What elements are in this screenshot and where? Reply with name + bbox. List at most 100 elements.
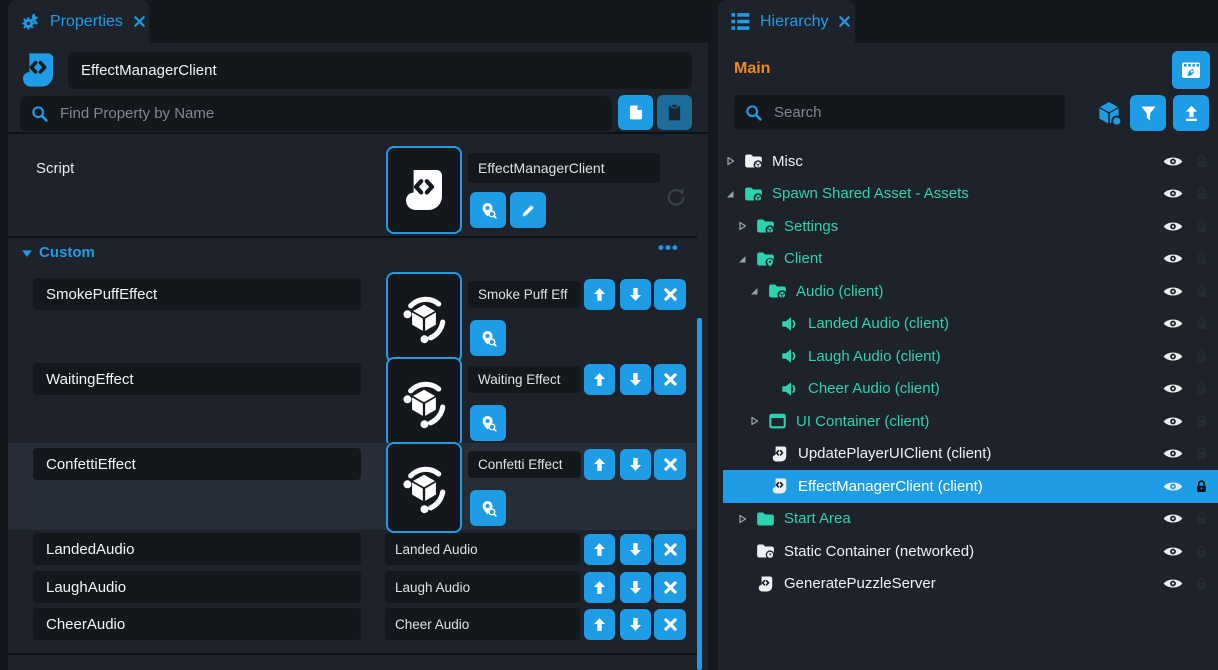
lock-icon[interactable] — [1194, 511, 1209, 526]
tree-item[interactable]: Client — [718, 243, 1218, 276]
property-name-input[interactable] — [33, 278, 361, 310]
expander-icon[interactable] — [736, 220, 754, 232]
visibility-eye-icon[interactable] — [1161, 544, 1185, 559]
locate-script-button[interactable] — [470, 192, 506, 228]
visibility-eye-icon[interactable] — [1161, 251, 1185, 266]
tab-properties[interactable]: Properties — [8, 0, 149, 43]
visibility-eye-icon[interactable] — [1161, 414, 1185, 429]
asset-thumbnail[interactable] — [386, 272, 462, 363]
move-down-button[interactable] — [620, 449, 651, 480]
lock-icon[interactable] — [1194, 154, 1209, 169]
edit-script-button[interactable] — [510, 192, 546, 228]
visibility-eye-icon[interactable] — [1161, 154, 1185, 169]
locate-asset-button[interactable] — [470, 320, 506, 356]
move-up-button[interactable] — [584, 449, 615, 480]
visibility-eye-icon[interactable] — [1161, 479, 1185, 494]
lock-icon[interactable] — [1194, 219, 1209, 234]
tab-hierarchy[interactable]: Hierarchy — [718, 0, 855, 43]
remove-button[interactable] — [654, 449, 686, 480]
lock-icon[interactable] — [1194, 576, 1209, 591]
tree-item[interactable]: Cheer Audio (client) — [718, 373, 1218, 406]
tree-item[interactable]: Audio (client) — [718, 275, 1218, 308]
tree-item[interactable]: Spawn Shared Asset - Assets — [718, 178, 1218, 211]
lock-icon[interactable] — [1194, 414, 1209, 429]
section-collapse-caret-icon[interactable] — [20, 246, 34, 260]
property-name-input[interactable] — [33, 363, 361, 395]
move-down-button[interactable] — [620, 534, 651, 565]
property-name-input[interactable] — [33, 448, 361, 480]
tree-item[interactable]: Landed Audio (client) — [718, 308, 1218, 341]
remove-button[interactable] — [654, 279, 686, 310]
more-menu-button[interactable]: ••• — [658, 238, 679, 258]
visibility-eye-icon[interactable] — [1161, 381, 1185, 396]
visibility-eye-icon[interactable] — [1161, 186, 1185, 201]
tree-item[interactable]: Start Area — [718, 503, 1218, 536]
lock-icon[interactable] — [1194, 479, 1209, 494]
asset-cube-icon[interactable] — [1094, 98, 1124, 128]
tree-item[interactable]: Static Container (networked) — [718, 535, 1218, 568]
expander-icon[interactable] — [724, 155, 742, 167]
property-name-input[interactable] — [33, 533, 361, 565]
hierarchy-search-input[interactable] — [772, 103, 1055, 122]
script-asset-box[interactable] — [386, 146, 462, 234]
tree-item[interactable]: Misc — [718, 145, 1218, 178]
expander-icon[interactable] — [736, 513, 754, 525]
visibility-eye-icon[interactable] — [1161, 446, 1185, 461]
remove-button[interactable] — [654, 534, 686, 565]
visibility-eye-icon[interactable] — [1161, 349, 1185, 364]
lock-icon[interactable] — [1194, 284, 1209, 299]
visibility-eye-icon[interactable] — [1161, 284, 1185, 299]
remove-button[interactable] — [654, 572, 686, 603]
launch-preview-button[interactable] — [1172, 51, 1210, 89]
visibility-eye-icon[interactable] — [1161, 219, 1185, 234]
visibility-eye-icon[interactable] — [1161, 576, 1185, 591]
object-name-input[interactable] — [68, 52, 692, 89]
reset-icon[interactable] — [664, 186, 686, 208]
tree-item[interactable]: UI Container (client) — [718, 405, 1218, 438]
remove-button[interactable] — [654, 609, 686, 640]
property-search-box[interactable] — [20, 96, 612, 131]
hierarchy-search-box[interactable] — [734, 95, 1065, 130]
property-name-input[interactable] — [33, 571, 361, 603]
move-up-button[interactable] — [584, 609, 615, 640]
lock-icon[interactable] — [1194, 381, 1209, 396]
scrollbar[interactable] — [697, 318, 702, 670]
lock-icon[interactable] — [1194, 349, 1209, 364]
move-up-button[interactable] — [584, 364, 615, 395]
move-down-button[interactable] — [620, 364, 651, 395]
tree-item[interactable]: GeneratePuzzleServer — [718, 568, 1218, 601]
close-icon[interactable] — [132, 14, 147, 29]
locate-asset-button[interactable] — [470, 490, 506, 526]
expander-icon[interactable] — [736, 253, 754, 265]
visibility-eye-icon[interactable] — [1161, 511, 1185, 526]
close-icon[interactable] — [837, 14, 852, 29]
move-down-button[interactable] — [620, 572, 651, 603]
tree-item[interactable]: Settings — [718, 210, 1218, 243]
locate-asset-button[interactable] — [470, 405, 506, 441]
tree-item[interactable]: EffectManagerClient (client) — [723, 470, 1218, 503]
move-up-button[interactable] — [584, 279, 615, 310]
upload-button[interactable] — [1173, 95, 1209, 131]
lock-icon[interactable] — [1194, 544, 1209, 559]
expander-icon[interactable] — [724, 188, 742, 200]
move-down-button[interactable] — [620, 279, 651, 310]
visibility-eye-icon[interactable] — [1161, 316, 1185, 331]
lock-icon[interactable] — [1194, 186, 1209, 201]
paste-properties-button[interactable] — [657, 95, 692, 130]
remove-button[interactable] — [654, 364, 686, 395]
lock-icon[interactable] — [1194, 316, 1209, 331]
property-search-input[interactable] — [58, 104, 602, 123]
move-up-button[interactable] — [584, 572, 615, 603]
copy-properties-button[interactable] — [618, 95, 653, 130]
asset-thumbnail[interactable] — [386, 357, 462, 448]
asset-thumbnail[interactable] — [386, 442, 462, 533]
lock-icon[interactable] — [1194, 446, 1209, 461]
lock-icon[interactable] — [1194, 251, 1209, 266]
move-down-button[interactable] — [620, 609, 651, 640]
filter-button[interactable] — [1130, 95, 1166, 131]
tree-item[interactable]: Laugh Audio (client) — [718, 340, 1218, 373]
move-up-button[interactable] — [584, 534, 615, 565]
tree-item[interactable]: UpdatePlayerUIClient (client) — [718, 438, 1218, 471]
expander-icon[interactable] — [748, 415, 766, 427]
expander-icon[interactable] — [748, 285, 766, 297]
